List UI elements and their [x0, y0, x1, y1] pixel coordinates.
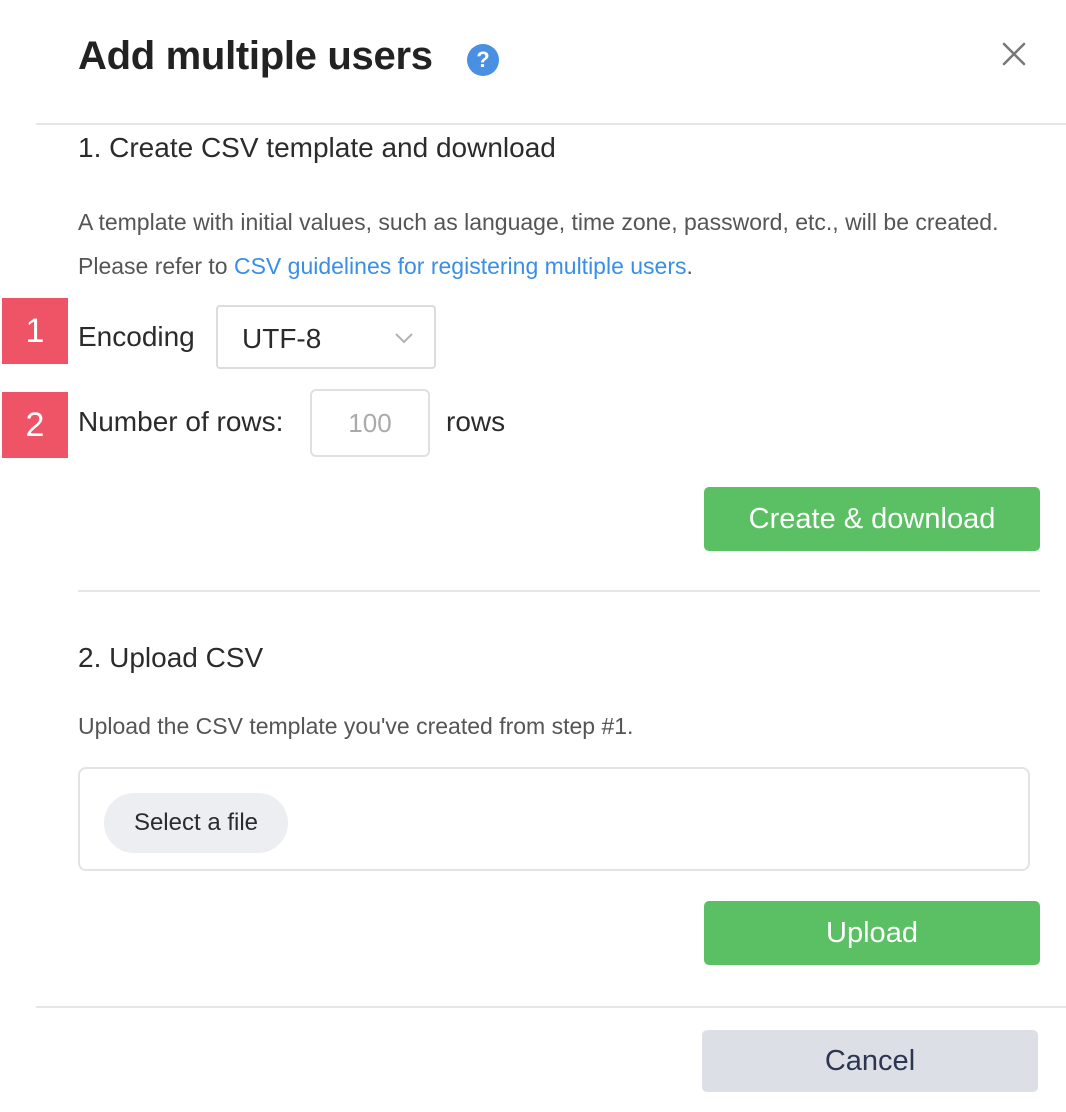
step1-title: 1. Create CSV template and download	[78, 132, 556, 163]
upload-button[interactable]: Upload	[704, 901, 1040, 965]
question-circle-icon[interactable]: ?	[467, 44, 499, 76]
select-file-button[interactable]: Select a file	[104, 793, 288, 853]
encoding-label: Encoding	[78, 321, 195, 352]
add-multiple-users-dialog: Add multiple users ? 1. Create CSV templ…	[0, 0, 1066, 1112]
step2-description: Upload the CSV template you've created f…	[78, 713, 634, 739]
footer-divider	[36, 1006, 1066, 1008]
rows-input[interactable]	[310, 389, 430, 457]
step2-title: 2. Upload CSV	[78, 642, 264, 673]
cancel-button[interactable]: Cancel	[702, 1030, 1038, 1092]
rows-label: Number of rows:	[78, 406, 284, 437]
header-divider	[36, 123, 1066, 125]
file-upload-box: Select a file	[78, 767, 1030, 871]
create-download-button[interactable]: Create & download	[704, 487, 1040, 551]
step1-description: A template with initial values, such as …	[78, 200, 1018, 288]
annotation-marker-1: 1	[2, 298, 68, 364]
csv-guidelines-link[interactable]: CSV guidelines for registering multiple …	[234, 253, 687, 279]
step1-description-end: .	[686, 253, 693, 279]
encoding-select-value: UTF-8	[242, 323, 322, 354]
dialog-title: Add multiple users	[78, 34, 433, 78]
close-icon[interactable]	[998, 38, 1030, 70]
annotation-marker-2: 2	[2, 392, 68, 458]
section-divider	[78, 590, 1040, 592]
rows-unit: rows	[446, 406, 506, 437]
encoding-select[interactable]: UTF-8	[216, 305, 436, 369]
chevron-down-icon	[395, 333, 413, 344]
